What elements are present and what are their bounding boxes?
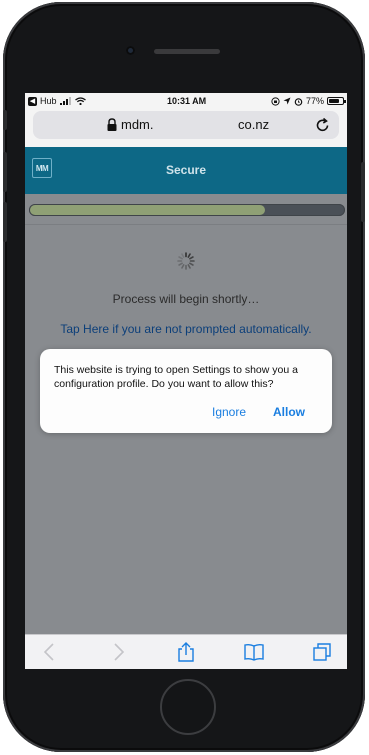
allow-button[interactable]: Allow xyxy=(273,405,305,419)
earpiece-speaker xyxy=(154,49,220,54)
status-left: ◀ Hub xyxy=(28,96,86,106)
divider xyxy=(25,224,347,225)
address-bar[interactable]: mdm. co.nz xyxy=(33,111,339,139)
allow-settings-dialog: This website is trying to open Settings … xyxy=(40,349,332,433)
ignore-button[interactable]: Ignore xyxy=(212,405,246,419)
signal-icon xyxy=(59,97,71,105)
battery-percent: 77% xyxy=(305,96,324,106)
url-domain-suffix: co.nz xyxy=(238,117,270,132)
screen: ◀ Hub 10:31 AM 77% mdm. co.nz MM Secure … xyxy=(25,93,347,669)
loading-spinner-icon xyxy=(177,252,195,270)
progress-bar xyxy=(29,204,345,216)
reload-icon[interactable] xyxy=(315,116,331,134)
status-time: 10:31 AM xyxy=(167,96,207,106)
volume-down-button xyxy=(3,202,7,242)
back-to-app-icon[interactable]: ◀ xyxy=(28,96,37,106)
header-title: Secure xyxy=(165,163,207,177)
power-button xyxy=(361,162,365,222)
back-app-label[interactable]: Hub xyxy=(40,96,57,106)
alarm-icon xyxy=(294,97,303,106)
front-camera xyxy=(126,46,135,55)
volume-up-button xyxy=(3,152,7,192)
battery-level xyxy=(329,99,339,103)
process-status-text: Process will begin shortly… xyxy=(112,292,260,306)
wifi-icon xyxy=(74,97,86,105)
share-icon[interactable] xyxy=(175,641,197,663)
dialog-message: This website is trying to open Settings … xyxy=(54,364,298,390)
status-right: 77% xyxy=(271,96,346,106)
mute-switch xyxy=(3,110,7,130)
browser-toolbar xyxy=(25,634,347,669)
battery-icon xyxy=(327,97,346,105)
tabs-icon[interactable] xyxy=(311,641,333,663)
home-button[interactable] xyxy=(160,679,216,735)
location-icon xyxy=(283,97,291,105)
app-header: MM Secure xyxy=(25,147,347,194)
lock-icon xyxy=(107,118,117,131)
bookmarks-icon[interactable] xyxy=(243,641,265,663)
progress-fill xyxy=(30,205,265,215)
manual-prompt-link[interactable]: Tap Here if you are not prompted automat… xyxy=(25,322,347,336)
orientation-lock-icon xyxy=(271,96,280,106)
url-host: mdm. xyxy=(121,117,154,132)
forward-icon[interactable] xyxy=(107,641,129,663)
back-icon[interactable] xyxy=(39,641,61,663)
status-bar: ◀ Hub 10:31 AM 77% xyxy=(25,93,347,109)
